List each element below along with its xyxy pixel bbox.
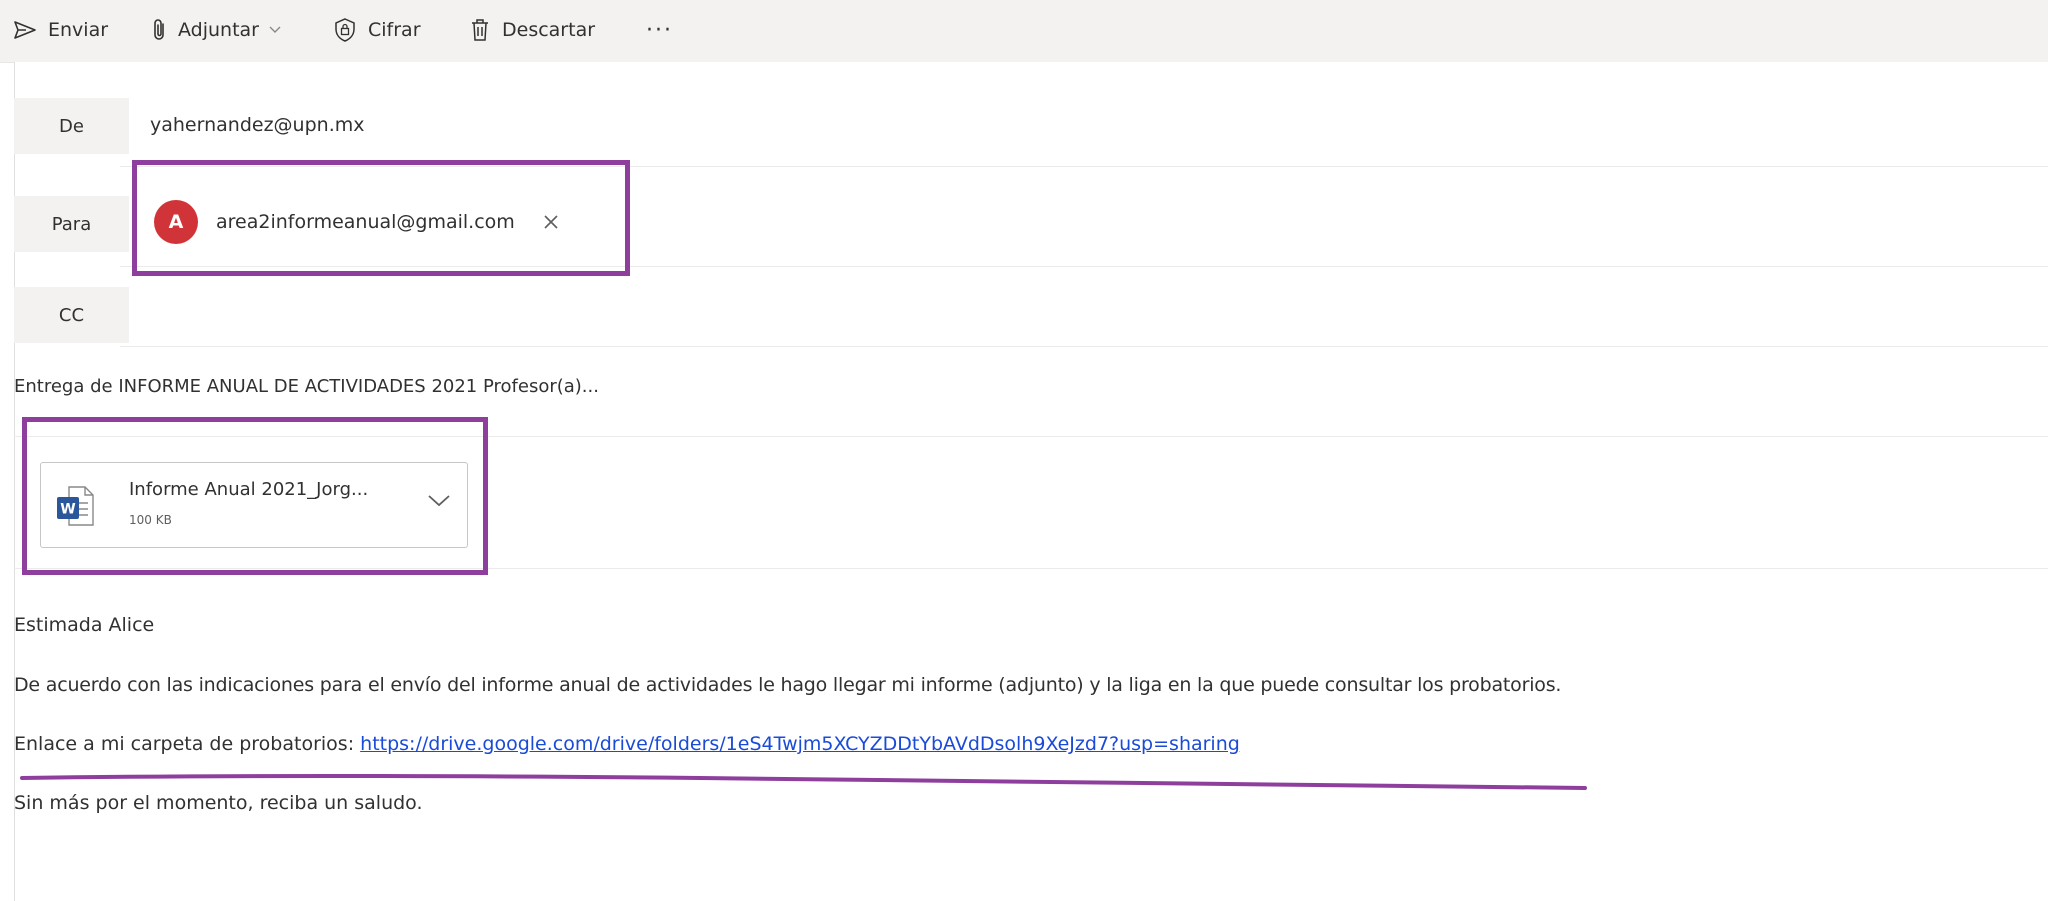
attachment-card[interactable]: W Informe Anual 2021_Jorg... 100 KB: [40, 462, 468, 548]
chevron-down-icon[interactable]: [269, 23, 281, 38]
send-label: Enviar: [48, 19, 109, 41]
chevron-down-icon[interactable]: [427, 493, 451, 512]
greeting-text: Estimada Alice: [14, 614, 155, 636]
send-button[interactable]: Enviar: [14, 10, 108, 50]
subject-field[interactable]: Entrega de INFORME ANUAL DE ACTIVIDADES …: [14, 376, 599, 397]
encrypt-label: Cifrar: [368, 19, 421, 41]
cc-label[interactable]: CC: [14, 287, 129, 343]
paperclip-icon: [152, 18, 166, 42]
from-address: yahernandez@upn.mx: [150, 114, 365, 136]
from-label: De: [14, 98, 129, 154]
svg-text:W: W: [60, 502, 75, 518]
to-label[interactable]: Para: [14, 196, 129, 252]
cc-input[interactable]: [150, 287, 2010, 343]
attachment-name: Informe Anual 2021_Jorg...: [129, 479, 369, 500]
divider: [120, 266, 2048, 267]
link-line: Enlace a mi carpeta de probatorios: http…: [14, 733, 1240, 755]
discard-button[interactable]: Descartar: [470, 10, 595, 50]
discard-label: Descartar: [502, 19, 596, 41]
cc-label-text: CC: [58, 304, 85, 326]
closing-text: Sin más por el momento, reciba un saludo…: [14, 792, 423, 814]
divider: [14, 436, 2048, 437]
trash-icon: [470, 18, 490, 42]
avatar: A: [154, 200, 198, 244]
divider: [120, 346, 2048, 347]
send-icon: [14, 21, 36, 39]
body-paragraph: De acuerdo con las indicaciones para el …: [14, 674, 1562, 696]
to-label-text: Para: [51, 213, 92, 235]
shield-lock-icon: [334, 18, 356, 42]
more-icon: ···: [646, 17, 673, 43]
encrypt-button[interactable]: Cifrar: [334, 10, 421, 50]
attachment-size: 100 KB: [129, 513, 172, 527]
word-icon: W: [55, 485, 95, 531]
recipient-email: area2informeanual@gmail.com: [216, 211, 515, 233]
link-prefix: Enlace a mi carpeta de probatorios:: [14, 733, 355, 755]
attach-button[interactable]: Adjuntar: [152, 10, 281, 50]
more-options-button[interactable]: ···: [646, 10, 673, 50]
compose-toolbar: Enviar Adjuntar Cifrar Descartar ···: [0, 0, 2048, 63]
drive-folder-link[interactable]: https://drive.google.com/drive/folders/1…: [360, 733, 1240, 755]
divider: [14, 568, 2048, 569]
remove-recipient-icon[interactable]: [543, 214, 559, 230]
divider: [120, 166, 2048, 167]
attach-label: Adjuntar: [178, 19, 259, 41]
recipient-chip[interactable]: A area2informeanual@gmail.com: [154, 198, 594, 246]
